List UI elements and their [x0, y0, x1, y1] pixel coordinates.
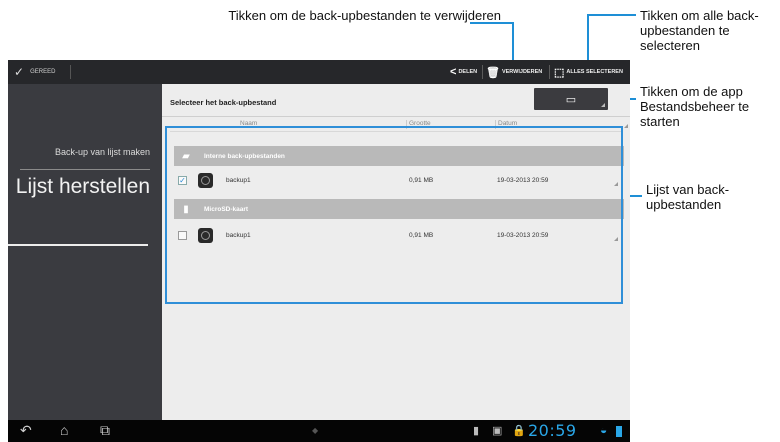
- callout-list: Lijst van back-upbestanden: [646, 182, 730, 212]
- delete-button[interactable]: 🗑 VERWIJDEREN: [486, 64, 542, 80]
- select-all-icon: ⬚: [554, 66, 565, 79]
- lock-icon: 🔒: [512, 425, 526, 437]
- storage-icon: ▮: [473, 425, 480, 437]
- recent-apps-icon[interactable]: ⧉: [100, 422, 110, 439]
- screenshot: Tikken om de back-upbestanden te verwijd…: [0, 0, 780, 442]
- back-icon[interactable]: ↶: [20, 422, 32, 439]
- menu-item-backup-list[interactable]: Back-up van lijst maken: [55, 147, 150, 157]
- battery-icon: [616, 426, 622, 437]
- list-highlight-frame: [165, 126, 623, 304]
- callout-delete-line: [470, 22, 513, 24]
- sort-indicator: [624, 124, 628, 128]
- delete-label: VERWIJDEREN: [501, 69, 543, 75]
- action-bar: ✓ GEREED < DELEN 🗑 VERWIJDEREN ⬚ ALLES S…: [8, 60, 630, 84]
- selected-indicator: [8, 244, 148, 246]
- share-label: DELEN: [458, 69, 478, 75]
- callout-file-manager: Tikken om de app Bestandsbeheer te start…: [640, 84, 750, 129]
- callout-select-all: Tikken om alle back-upbestanden te selec…: [640, 8, 759, 53]
- check-icon: ✓: [14, 65, 25, 79]
- callout-delete: Tikken om de back-upbestanden te verwijd…: [228, 8, 501, 23]
- callout-select-all-line-v: [587, 14, 589, 66]
- divider: [482, 65, 483, 79]
- share-button[interactable]: < DELEN: [450, 64, 477, 80]
- left-panel: Back-up van lijst maken Lijst herstellen: [8, 84, 162, 420]
- callout-select-all-line: [588, 14, 636, 16]
- file-manager-button[interactable]: ▭: [534, 88, 608, 110]
- divider: [549, 65, 550, 79]
- share-icon: <: [450, 66, 457, 78]
- home-icon[interactable]: ⌂: [60, 422, 68, 438]
- clock: 20:59: [528, 421, 577, 440]
- menu-dot-icon: ◆: [312, 426, 319, 435]
- done-button[interactable]: ✓ GEREED: [14, 64, 55, 80]
- folder-icon: ▭: [565, 93, 577, 106]
- image-icon: ▣: [492, 425, 503, 437]
- divider: [162, 116, 630, 117]
- done-label: GEREED: [30, 69, 56, 75]
- menu-item-restore-list[interactable]: Lijst herstellen: [10, 174, 150, 200]
- select-all-label: ALLES SELECTEREN: [566, 69, 623, 75]
- select-all-button[interactable]: ⬚ ALLES SELECTEREN: [554, 64, 623, 80]
- system-nav-bar: ↶ ⌂ ⧉ ◆ ▮ ▣ 🔒 20:59 ◒: [8, 420, 630, 442]
- trash-icon: 🗑: [486, 66, 500, 79]
- divider: [20, 169, 150, 170]
- divider: [70, 65, 71, 79]
- wifi-icon: ◒: [600, 423, 608, 437]
- page-title: Selecteer het back-upbestand: [170, 98, 277, 107]
